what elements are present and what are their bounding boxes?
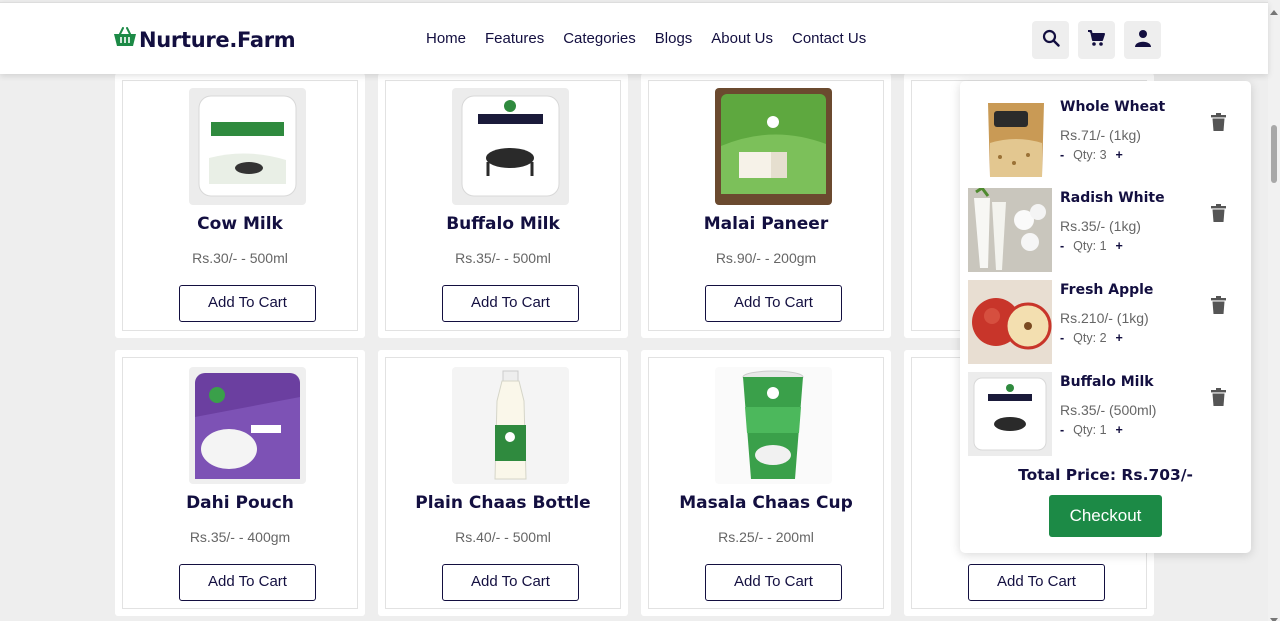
cart-item-price: Rs.71/- (1kg) bbox=[1060, 127, 1141, 143]
product-name: Dahi Pouch bbox=[186, 493, 294, 513]
nav-about-us[interactable]: About Us bbox=[711, 30, 773, 47]
product-price: Rs.40/- - 500ml bbox=[455, 529, 551, 545]
cart-item-qty: Qty: 2 bbox=[1073, 331, 1107, 345]
cart-total: Total Price: Rs.703/- bbox=[1018, 466, 1193, 484]
product-name: Buffalo Milk bbox=[446, 214, 560, 234]
add-to-cart-button[interactable]: Add To Cart bbox=[179, 285, 316, 322]
brand-name: Nurture.Farm bbox=[139, 27, 296, 52]
scroll-down-icon[interactable] bbox=[1270, 611, 1278, 621]
cart-item-price: Rs.210/- (1kg) bbox=[1060, 310, 1149, 326]
product-price: Rs.90/- - 200gm bbox=[715, 250, 817, 266]
product-price: Rs.35/- - 500ml bbox=[455, 250, 551, 266]
add-to-cart-button[interactable]: Add To Cart bbox=[968, 564, 1105, 601]
remove-item-button[interactable] bbox=[1211, 388, 1226, 411]
product-image bbox=[715, 367, 832, 484]
product-price: Rs.30/- - 500ml bbox=[192, 250, 288, 266]
cart-item-name: Whole Wheat bbox=[1060, 99, 1166, 115]
decrease-qty-button[interactable]: - bbox=[1060, 331, 1064, 345]
basket-icon bbox=[113, 26, 137, 53]
trash-icon bbox=[1211, 113, 1226, 135]
header-icons bbox=[1032, 21, 1161, 59]
cart-item-qty: Qty: 3 bbox=[1073, 148, 1107, 162]
product-name: Malai Paneer bbox=[703, 214, 829, 234]
cart-item-price: Rs.35/- (1kg) bbox=[1060, 218, 1141, 234]
product-card: Masala Chaas Cup Rs.25/- - 200ml Add To … bbox=[641, 350, 891, 616]
quantity-stepper: - Qty: 3 + bbox=[1060, 148, 1123, 162]
cart-item-price: Rs.35/- (500ml) bbox=[1060, 402, 1157, 418]
cart-item-image bbox=[980, 97, 1052, 181]
main-nav: Home Features Categories Blogs About Us … bbox=[426, 30, 866, 47]
product-name: Masala Chaas Cup bbox=[679, 493, 853, 513]
remove-item-button[interactable] bbox=[1211, 204, 1226, 227]
trash-icon bbox=[1211, 388, 1226, 410]
scrollbar-thumb[interactable] bbox=[1271, 125, 1277, 183]
checkout-button[interactable]: Checkout bbox=[1049, 495, 1162, 537]
increase-qty-button[interactable]: + bbox=[1116, 148, 1123, 162]
product-price: Rs.35/- - 400gm bbox=[189, 529, 291, 545]
increase-qty-button[interactable]: + bbox=[1116, 331, 1123, 345]
cart-panel: Whole Wheat Rs.71/- (1kg) - Qty: 3 + Rad… bbox=[960, 81, 1251, 553]
nav-categories[interactable]: Categories bbox=[563, 30, 636, 47]
search-icon bbox=[1042, 29, 1060, 52]
product-image bbox=[452, 367, 569, 484]
decrease-qty-button[interactable]: - bbox=[1060, 239, 1064, 253]
cart-item: Buffalo Milk Rs.35/- (500ml) - Qty: 1 + bbox=[968, 372, 1243, 456]
quantity-stepper: - Qty: 1 + bbox=[1060, 423, 1123, 437]
cart-icon bbox=[1087, 29, 1106, 52]
cart-item-name: Radish White bbox=[1060, 190, 1165, 206]
nav-home[interactable]: Home bbox=[426, 30, 466, 47]
cart-item-qty: Qty: 1 bbox=[1073, 423, 1107, 437]
cart-item: Fresh Apple Rs.210/- (1kg) - Qty: 2 + bbox=[968, 280, 1243, 364]
cart-item-image bbox=[968, 188, 1052, 272]
increase-qty-button[interactable]: + bbox=[1116, 423, 1123, 437]
user-icon bbox=[1134, 29, 1151, 52]
product-image bbox=[452, 88, 569, 205]
nav-features[interactable]: Features bbox=[485, 30, 544, 47]
add-to-cart-button[interactable]: Add To Cart bbox=[179, 564, 316, 601]
product-card: Buffalo Milk Rs.35/- - 500ml Add To Cart bbox=[378, 73, 628, 338]
remove-item-button[interactable] bbox=[1211, 113, 1226, 136]
page-scrollbar[interactable] bbox=[1268, 0, 1280, 621]
product-card: Dahi Pouch Rs.35/- - 400gm Add To Cart bbox=[115, 350, 365, 616]
trash-icon bbox=[1211, 204, 1226, 226]
quantity-stepper: - Qty: 1 + bbox=[1060, 239, 1123, 253]
cart-item: Radish White Rs.35/- (1kg) - Qty: 1 + bbox=[968, 188, 1243, 272]
scroll-up-icon[interactable] bbox=[1270, 2, 1278, 20]
product-image bbox=[189, 367, 306, 484]
product-name: Plain Chaas Bottle bbox=[415, 493, 591, 513]
decrease-qty-button[interactable]: - bbox=[1060, 148, 1064, 162]
cart-item-name: Fresh Apple bbox=[1060, 282, 1154, 298]
cart-item-name: Buffalo Milk bbox=[1060, 374, 1154, 390]
cart-button[interactable] bbox=[1078, 21, 1115, 59]
product-card: Plain Chaas Bottle Rs.40/- - 500ml Add T… bbox=[378, 350, 628, 616]
cart-item: Whole Wheat Rs.71/- (1kg) - Qty: 3 + bbox=[968, 97, 1243, 181]
cart-item-image bbox=[968, 372, 1052, 456]
product-image bbox=[189, 88, 306, 205]
remove-item-button[interactable] bbox=[1211, 296, 1226, 319]
product-card: Cow Milk Rs.30/- - 500ml Add To Cart bbox=[115, 73, 365, 338]
search-button[interactable] bbox=[1032, 21, 1069, 59]
cart-item-image bbox=[968, 280, 1052, 364]
nav-contact-us[interactable]: Contact Us bbox=[792, 30, 866, 47]
product-card: Malai Paneer Rs.90/- - 200gm Add To Cart bbox=[641, 73, 891, 338]
add-to-cart-button[interactable]: Add To Cart bbox=[442, 285, 579, 322]
decrease-qty-button[interactable]: - bbox=[1060, 423, 1064, 437]
add-to-cart-button[interactable]: Add To Cart bbox=[442, 564, 579, 601]
quantity-stepper: - Qty: 2 + bbox=[1060, 331, 1123, 345]
increase-qty-button[interactable]: + bbox=[1116, 239, 1123, 253]
product-image bbox=[715, 88, 832, 205]
nav-blogs[interactable]: Blogs bbox=[655, 30, 693, 47]
brand-logo[interactable]: Nurture.Farm bbox=[113, 26, 296, 53]
add-to-cart-button[interactable]: Add To Cart bbox=[705, 285, 842, 322]
trash-icon bbox=[1211, 296, 1226, 318]
user-button[interactable] bbox=[1124, 21, 1161, 59]
cart-item-qty: Qty: 1 bbox=[1073, 239, 1107, 253]
product-name: Cow Milk bbox=[197, 214, 283, 234]
product-price: Rs.25/- - 200ml bbox=[718, 529, 814, 545]
add-to-cart-button[interactable]: Add To Cart bbox=[705, 564, 842, 601]
site-header: Nurture.Farm Home Features Categories Bl… bbox=[0, 2, 1268, 74]
